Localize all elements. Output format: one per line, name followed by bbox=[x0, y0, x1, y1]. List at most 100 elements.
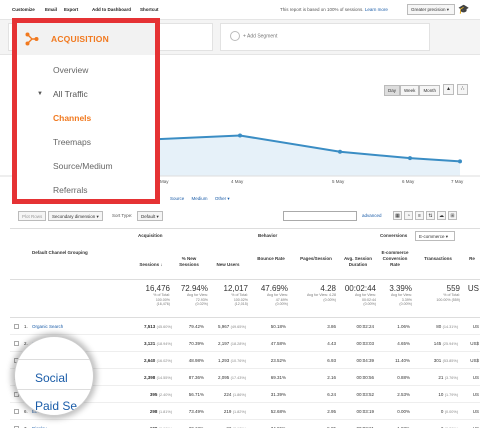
transactions-value: 301 bbox=[433, 358, 442, 363]
email-button[interactable]: Email bbox=[45, 7, 57, 12]
sessions-header-label: Sessions bbox=[139, 262, 160, 267]
menu-item-overview[interactable]: Overview bbox=[53, 65, 88, 75]
total-value: 559 bbox=[446, 284, 460, 293]
performance-view-icon[interactable]: ≡ bbox=[415, 211, 424, 220]
menu-item-source-medium[interactable]: Source/Medium bbox=[53, 161, 113, 171]
menu-item-all-traffic[interactable]: All Traffic bbox=[53, 89, 88, 99]
data-view-icon[interactable]: ▦ bbox=[393, 211, 402, 220]
conversion-rate-cell: 4.65% bbox=[397, 341, 410, 346]
sampling-note-text: This report is based on 100% of sessions… bbox=[280, 7, 364, 12]
conversions-select[interactable]: E-commerce ▾ bbox=[415, 231, 455, 241]
sampling-note: This report is based on 100% of sessions… bbox=[280, 7, 388, 12]
pages-session-cell: 6.24 bbox=[327, 392, 336, 397]
caret-down-icon[interactable]: ▼ bbox=[37, 91, 43, 97]
new-users-header[interactable]: New Users bbox=[210, 262, 246, 268]
pivot-view-icon[interactable]: ⊞ bbox=[448, 211, 457, 220]
customize-button[interactable]: Customize bbox=[12, 7, 35, 12]
sessions-header[interactable]: Sessions ↓ bbox=[134, 262, 168, 268]
new-users-value: 219 bbox=[223, 409, 232, 414]
add-segment-circle-icon bbox=[230, 31, 240, 41]
table-search-input[interactable] bbox=[283, 211, 357, 221]
menu-item-channels[interactable]: Channels bbox=[53, 113, 91, 123]
bounce-rate-cell: 23.52% bbox=[270, 358, 286, 363]
secondary-dimension-select[interactable]: Secondary dimension ▾ bbox=[48, 211, 103, 221]
new-sessions-cell: 87.36% bbox=[188, 375, 204, 380]
conversions-group-header: Conversions bbox=[380, 233, 408, 238]
total-cell: 72.94% Avg for View: 72.93% (0.02%) bbox=[170, 284, 208, 307]
trend-point[interactable] bbox=[338, 149, 342, 154]
sessions-percent: (16.02%) bbox=[156, 359, 172, 363]
new-users-cell: 5,967 (49.65%) bbox=[208, 324, 246, 329]
comparison-view-icon[interactable]: ⇅ bbox=[426, 211, 435, 220]
total-note: (0.02%) bbox=[195, 302, 208, 306]
conversion-rate-header[interactable]: E-commerce Conversion Rate bbox=[380, 250, 410, 268]
source-link[interactable]: Source bbox=[170, 196, 184, 201]
transactions-header[interactable]: Transactions bbox=[418, 256, 458, 262]
menu-item-referrals[interactable]: Referrals bbox=[53, 185, 87, 195]
transactions-percent: (0.00%) bbox=[444, 410, 458, 414]
magnifier-callout: Social Paid Se bbox=[14, 336, 94, 416]
menu-item-treemaps[interactable]: Treemaps bbox=[53, 137, 91, 147]
bounce-rate-cell: 52.68% bbox=[270, 409, 286, 414]
total-value: 47.69% bbox=[260, 284, 288, 293]
pages-session-cell: 6.93 bbox=[327, 358, 336, 363]
conversion-rate-cell: 11.40% bbox=[395, 358, 410, 363]
trend-point[interactable] bbox=[238, 133, 242, 138]
pie-view-icon[interactable]: ◔ bbox=[404, 211, 413, 220]
precision-select[interactable]: Greater precision ▾ bbox=[407, 4, 455, 15]
transactions-percent: (53.85%) bbox=[442, 359, 458, 363]
medium-link[interactable]: Medium bbox=[192, 196, 208, 201]
revenue-cell: US bbox=[472, 392, 479, 397]
add-to-dashboard-button[interactable]: Add to Dashboard bbox=[92, 7, 131, 12]
graduation-cap-icon[interactable]: 🎓 bbox=[458, 4, 472, 15]
new-sessions-cell: 48.98% bbox=[188, 358, 204, 363]
sessions-cell: 2,398 (14.55%) bbox=[134, 375, 172, 380]
bounce-rate-header[interactable]: Bounce Rate bbox=[254, 256, 288, 262]
new-users-percent: (1.82%) bbox=[232, 410, 246, 414]
avg-session-duration-header[interactable]: Avg. Session Duration bbox=[342, 256, 374, 268]
sessions-value: 298 bbox=[149, 409, 158, 414]
channel-link[interactable]: Organic Search bbox=[32, 324, 63, 329]
sessions-percent: (2.40%) bbox=[158, 393, 172, 397]
transactions-value: 21 bbox=[438, 375, 444, 380]
row-checkbox[interactable] bbox=[14, 409, 19, 414]
row-checkbox[interactable] bbox=[14, 341, 19, 346]
sessions-cell: 2,640 (16.02%) bbox=[134, 358, 172, 363]
new-sessions-cell: 70.39% bbox=[188, 341, 204, 346]
other-link[interactable]: Other ▾ bbox=[215, 196, 230, 201]
magnified-paid-search-label[interactable]: Paid Se bbox=[35, 399, 77, 413]
pages-session-cell: 4.43 bbox=[327, 341, 336, 346]
new-sessions-header[interactable]: % New Sessions bbox=[173, 256, 205, 268]
acquisition-group-header: Acquisition bbox=[138, 233, 163, 238]
transactions-cell: 80 (14.31%) bbox=[414, 324, 458, 329]
new-users-cell: 1,293 (10.76%) bbox=[208, 358, 246, 363]
total-note: (0.00%) bbox=[275, 302, 288, 306]
revenue-header[interactable]: Re bbox=[465, 256, 479, 262]
total-value: 3.39% bbox=[389, 284, 412, 293]
plot-rows-button[interactable]: Plot Rows bbox=[18, 211, 47, 221]
total-cell: 559% of Total: 100.00% (559) bbox=[420, 284, 460, 302]
pages-session-header[interactable]: Pages/Session bbox=[295, 256, 337, 262]
sort-type-select[interactable]: Default ▾ bbox=[137, 211, 163, 221]
magnified-social-label[interactable]: Social bbox=[35, 371, 68, 385]
x-label: 4 May bbox=[231, 179, 244, 184]
sessions-value: 2,398 bbox=[144, 375, 156, 380]
advanced-filter-link[interactable]: advanced bbox=[362, 213, 382, 218]
total-cell: US bbox=[465, 284, 479, 293]
divider bbox=[15, 389, 93, 390]
add-segment[interactable]: + Add Segment bbox=[230, 31, 277, 41]
acquisition-icon bbox=[25, 32, 39, 46]
filter-row: Plot Rows Secondary dimension ▾ Sort Typ… bbox=[0, 210, 480, 224]
new-users-value: 2,197 bbox=[218, 341, 230, 346]
transactions-cell: 0 (0.00%) bbox=[414, 409, 458, 414]
trend-point[interactable] bbox=[408, 156, 412, 161]
new-users-value: 224 bbox=[223, 392, 232, 397]
learn-more-link[interactable]: Learn more bbox=[365, 7, 388, 12]
term-cloud-icon[interactable]: ☁ bbox=[437, 211, 446, 220]
shortcut-button[interactable]: Shortcut bbox=[140, 7, 159, 12]
row-checkbox[interactable] bbox=[14, 324, 19, 329]
acquisition-menu-header[interactable]: ACQUISITION bbox=[17, 23, 155, 55]
trend-point[interactable] bbox=[458, 159, 462, 164]
export-button[interactable]: Export bbox=[64, 7, 78, 12]
transactions-percent: (14.31%) bbox=[442, 325, 458, 329]
